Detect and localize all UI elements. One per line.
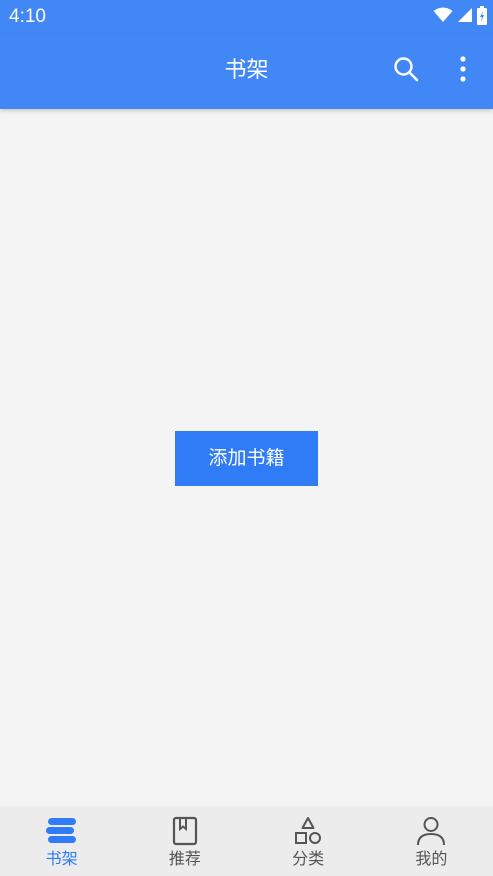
more-vert-icon xyxy=(459,56,467,86)
nav-label-recommend: 推荐 xyxy=(168,849,201,868)
battery-icon xyxy=(477,5,487,29)
shapes-icon xyxy=(292,815,324,847)
status-time: 4:10 xyxy=(9,6,46,27)
wifi-icon xyxy=(433,7,453,27)
book-icon xyxy=(169,815,201,847)
nav-item-recommend[interactable]: 推荐 xyxy=(123,806,246,876)
nav-item-profile[interactable]: 我的 xyxy=(370,806,493,876)
bookshelf-content: 添加书籍 xyxy=(0,109,493,806)
person-icon xyxy=(415,815,447,847)
add-book-button[interactable]: 添加书籍 xyxy=(175,431,318,486)
nav-item-bookshelf[interactable]: 书架 xyxy=(0,806,123,876)
search-icon xyxy=(393,56,419,86)
nav-label-bookshelf: 书架 xyxy=(45,849,78,868)
bookshelf-icon xyxy=(45,815,78,847)
app-bar: 书架 xyxy=(0,34,493,109)
status-bar: 4:10 xyxy=(0,0,493,34)
nav-label-profile: 我的 xyxy=(415,849,448,868)
nav-label-category: 分类 xyxy=(292,849,325,868)
bottom-navigation: 书架 推荐 分类 我的 xyxy=(0,806,493,876)
cell-signal-icon xyxy=(457,7,473,27)
more-options-button[interactable] xyxy=(447,56,479,86)
status-icons xyxy=(433,5,487,29)
nav-item-category[interactable]: 分类 xyxy=(247,806,370,876)
search-button[interactable] xyxy=(390,56,422,86)
